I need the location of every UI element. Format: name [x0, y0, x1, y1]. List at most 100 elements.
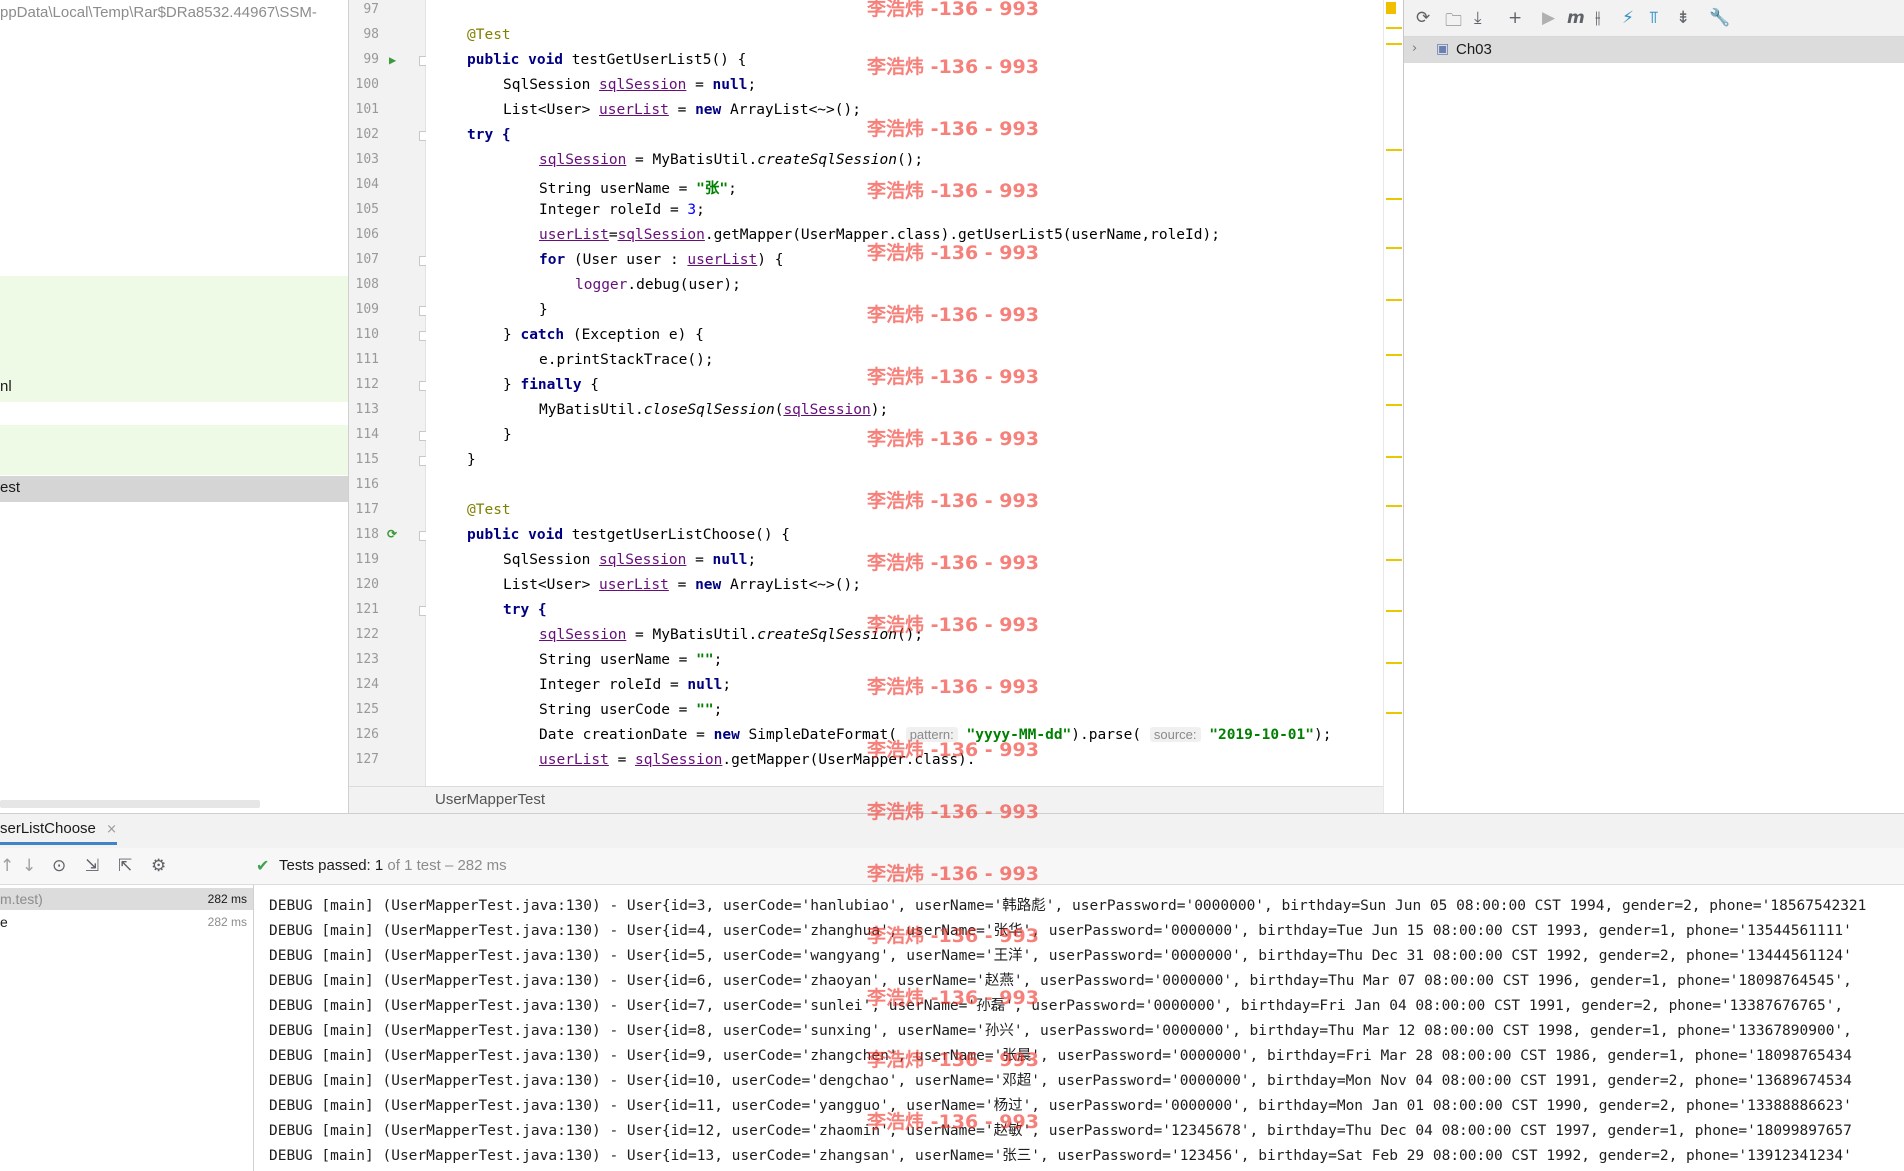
tests-passed-count: 1	[374, 857, 384, 874]
tests-status-label: Tests passed:	[279, 857, 371, 874]
refresh-icon[interactable]: ⟳	[1416, 8, 1430, 28]
tests-status: Tests passed: 1 of 1 test – 282 ms	[279, 857, 507, 874]
line-number: 103	[355, 152, 379, 167]
close-icon[interactable]: ×	[106, 822, 117, 837]
watermark: 李浩炜 -136 - 993	[867, 428, 1039, 450]
tests-total: of 1 test	[387, 857, 441, 874]
download-icon[interactable]: ⤓	[1474, 8, 1482, 28]
toggle-offline-icon[interactable]: ⫲	[1595, 8, 1601, 28]
code-line: } finally {	[503, 377, 600, 393]
code-line: String userName = "张";	[539, 181, 737, 197]
line-number: 120	[355, 577, 379, 592]
code-line: } catch (Exception e) {	[503, 327, 704, 343]
stripe-mark[interactable]	[1386, 247, 1402, 249]
warning-indicator-icon[interactable]	[1386, 2, 1396, 14]
run-gutter-icon[interactable]: ▶	[389, 53, 396, 67]
line-number: 98	[363, 27, 379, 42]
project-path: ppData\Local\Temp\Rar$DRa8532.44967\SSM-	[0, 4, 317, 21]
line-number: 125	[355, 702, 379, 717]
line-number: 122	[355, 627, 379, 642]
show-dependencies-icon[interactable]: ⫪	[1649, 8, 1659, 28]
test-results-tree: m.test) 282 ms e 282 ms	[0, 885, 254, 1171]
chevron-right-icon[interactable]: ›	[1412, 41, 1417, 56]
watermark: 李浩炜 -136 - 993	[867, 925, 1039, 947]
run-icon[interactable]: ▶	[1542, 8, 1555, 28]
stripe-mark[interactable]	[1386, 662, 1402, 664]
code-line: List<User> userList = new ArrayList<~>()…	[503, 577, 861, 593]
test-tree-row[interactable]: e 282 ms	[0, 911, 253, 933]
skip-tests-icon[interactable]: ⚡	[1622, 8, 1634, 28]
watermark: 李浩炜 -136 - 993	[867, 118, 1039, 140]
stripe-mark[interactable]	[1386, 43, 1402, 45]
watermark: 李浩炜 -136 - 993	[867, 552, 1039, 574]
watermark: 李浩炜 -136 - 993	[867, 56, 1039, 78]
stripe-mark[interactable]	[1386, 299, 1402, 301]
code-line: @Test	[467, 27, 511, 43]
editor-gutter	[349, 0, 426, 786]
editor-file-label[interactable]: UserMapperTest	[435, 791, 545, 808]
run-config-tab[interactable]: serListChoose ×	[0, 820, 117, 845]
export-tests-icon[interactable]: ⇱	[118, 856, 132, 876]
watermark: 李浩炜 -136 - 993	[867, 801, 1039, 823]
code-text: testGetUserList5() {	[571, 52, 747, 68]
collapse-all-icon[interactable]: ⇟	[1676, 8, 1690, 28]
stripe-mark[interactable]	[1386, 404, 1402, 406]
maven-project-row[interactable]: › ▣ Ch03	[1404, 37, 1904, 63]
code-line: Integer roleId = 3;	[539, 202, 705, 218]
line-number: 119	[355, 552, 379, 567]
rerun-gutter-icon[interactable]: ⟳	[387, 527, 397, 541]
project-tree-item-selected[interactable]: est	[0, 476, 348, 502]
line-number: 121	[355, 602, 379, 617]
maven-project-label: Ch03	[1456, 41, 1492, 58]
horizontal-scrollbar[interactable]	[0, 800, 260, 808]
maven-goal-icon[interactable]: m	[1567, 8, 1585, 28]
stripe-mark[interactable]	[1386, 354, 1402, 356]
stripe-mark[interactable]	[1386, 505, 1402, 507]
test-tree-row[interactable]: m.test) 282 ms	[0, 888, 253, 910]
stripe-mark[interactable]	[1386, 712, 1402, 714]
run-config-tab-label: serListChoose	[0, 820, 96, 837]
watermark: 李浩炜 -136 - 993	[867, 0, 1039, 20]
gear-icon[interactable]: ⚙	[151, 856, 166, 876]
code-line: public void testgetUserListChoose() {	[467, 527, 791, 543]
settings-wrench-icon[interactable]: 🔧	[1709, 8, 1730, 28]
arrow-up-icon[interactable]: ↑	[0, 856, 14, 876]
line-number: 118	[355, 527, 379, 542]
code-line: SqlSession sqlSession = null;	[503, 77, 757, 93]
test-tree-time: 282 ms	[207, 892, 247, 906]
line-number: 108	[355, 277, 379, 292]
code-line: sqlSession = MyBatisUtil.createSqlSessio…	[539, 627, 924, 643]
project-tree-item[interactable]: nl	[0, 378, 12, 395]
code-line: List<User> userList = new ArrayList<~>()…	[503, 102, 861, 118]
stripe-mark[interactable]	[1386, 559, 1402, 561]
console-output[interactable]: DEBUG [main] (UserMapperTest.java:130) -…	[255, 885, 1904, 1171]
line-number: 109	[355, 302, 379, 317]
search-history-icon[interactable]: ⊙	[52, 856, 66, 876]
stripe-mark[interactable]	[1386, 198, 1402, 200]
error-stripe[interactable]	[1383, 0, 1404, 813]
code-line: String userName = "";	[539, 652, 723, 668]
line-number: 113	[355, 402, 379, 417]
stripe-mark[interactable]	[1386, 456, 1402, 458]
line-number: 97	[363, 2, 379, 17]
add-project-folder-icon[interactable]: 🗀	[1445, 8, 1462, 37]
stripe-mark[interactable]	[1386, 149, 1402, 151]
log-line: DEBUG [main] (UserMapperTest.java:130) -…	[269, 948, 1852, 964]
code-line: Integer roleId = null;	[539, 677, 732, 693]
log-line: DEBUG [main] (UserMapperTest.java:130) -…	[269, 898, 1867, 914]
line-number: 107	[355, 252, 379, 267]
code-line: }	[503, 427, 512, 443]
maven-toolbar: ⟳ 🗀 ⤓ + ▶ m ⫲ ⚡ ⫪ ⇟ 🔧	[1404, 0, 1904, 37]
line-number: 116	[355, 477, 379, 492]
watermark: 李浩炜 -136 - 993	[867, 242, 1039, 264]
line-number: 111	[355, 352, 379, 367]
watermark: 李浩炜 -136 - 993	[867, 180, 1039, 202]
arrow-down-icon[interactable]: ↓	[22, 856, 36, 876]
add-icon[interactable]: +	[1508, 8, 1522, 28]
import-tests-icon[interactable]: ⇲	[85, 856, 99, 876]
line-number: 104	[355, 177, 379, 192]
log-line: DEBUG [main] (UserMapperTest.java:130) -…	[269, 1123, 1852, 1139]
code-line: for (User user : userList) {	[539, 252, 784, 268]
stripe-mark[interactable]	[1386, 610, 1402, 612]
stripe-mark[interactable]	[1386, 27, 1402, 29]
